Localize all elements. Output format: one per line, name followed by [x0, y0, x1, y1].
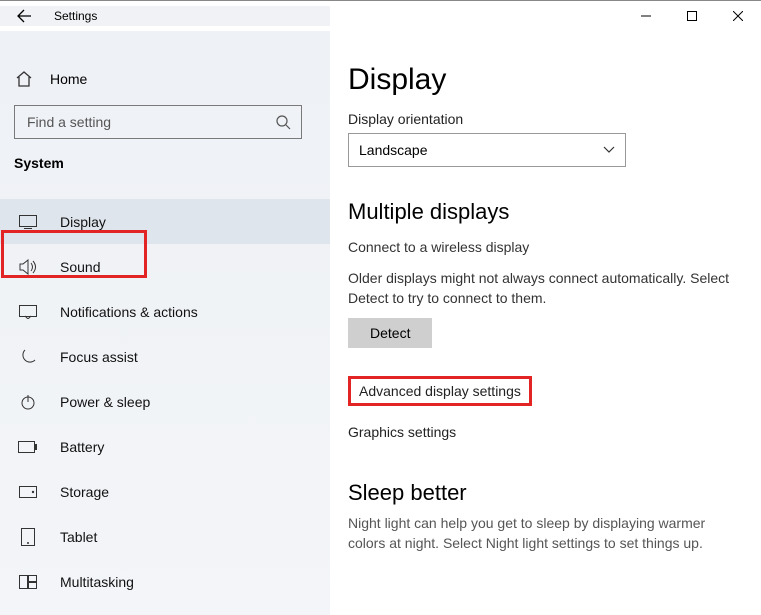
sidebar: Home System Display — [0, 31, 330, 615]
sidebar-home[interactable]: Home — [0, 59, 330, 99]
sidebar-item-notifications[interactable]: Notifications & actions — [0, 289, 330, 334]
main-area: Home System Display — [0, 31, 761, 615]
sidebar-item-multitasking[interactable]: Multitasking — [0, 559, 330, 604]
search-box[interactable] — [14, 105, 302, 139]
sidebar-item-storage[interactable]: Storage — [0, 469, 330, 514]
sidebar-item-power-sleep[interactable]: Power & sleep — [0, 379, 330, 424]
content-pane: Display Display orientation Landscape Mu… — [330, 31, 761, 615]
sidebar-item-label: Battery — [60, 439, 104, 455]
sidebar-item-label: Sound — [60, 259, 100, 275]
search-container — [0, 99, 330, 151]
close-icon — [733, 11, 743, 21]
sound-icon — [18, 259, 38, 275]
orientation-label: Display orientation — [348, 111, 737, 127]
sidebar-item-label: Display — [60, 214, 106, 230]
wireless-display-link[interactable]: Connect to a wireless display — [348, 239, 737, 255]
maximize-icon — [687, 11, 697, 21]
detect-button[interactable]: Detect — [348, 318, 432, 348]
back-button[interactable] — [14, 6, 34, 26]
minimize-button[interactable] — [623, 1, 669, 31]
titlebar: Settings — [0, 1, 761, 31]
advanced-display-settings-link[interactable]: Advanced display settings — [359, 383, 521, 399]
sidebar-item-tablet[interactable]: Tablet — [0, 514, 330, 559]
orientation-dropdown[interactable]: Landscape — [348, 133, 626, 167]
graphics-settings-link[interactable]: Graphics settings — [348, 424, 737, 440]
annotation-highlight-advanced: Advanced display settings — [348, 376, 532, 406]
window-title: Settings — [54, 9, 97, 23]
sidebar-item-focus-assist[interactable]: Focus assist — [0, 334, 330, 379]
sleep-help-text: Night light can help you get to sleep by… — [348, 514, 737, 553]
sidebar-item-sound[interactable]: Sound — [0, 244, 330, 289]
search-input[interactable] — [25, 113, 275, 131]
focus-assist-icon — [18, 348, 38, 366]
sidebar-item-label: Focus assist — [60, 349, 138, 365]
power-icon — [18, 394, 38, 410]
notifications-icon — [18, 305, 38, 319]
sidebar-item-label: Storage — [60, 484, 109, 500]
search-icon — [275, 114, 291, 130]
sidebar-item-label: Multitasking — [60, 574, 134, 590]
sleep-better-title: Sleep better — [348, 480, 737, 506]
sidebar-group-label: System — [0, 151, 330, 179]
detect-help-text: Older displays might not always connect … — [348, 269, 737, 308]
sidebar-item-label: Tablet — [60, 529, 97, 545]
orientation-value: Landscape — [359, 142, 428, 158]
home-icon — [14, 70, 34, 88]
battery-icon — [18, 441, 38, 453]
close-button[interactable] — [715, 1, 761, 31]
sidebar-item-display[interactable]: Display — [0, 199, 330, 244]
titlebar-left: Settings — [0, 6, 623, 26]
sidebar-item-label: Notifications & actions — [60, 304, 198, 320]
storage-icon — [18, 486, 38, 498]
arrow-left-icon — [16, 8, 32, 24]
home-label: Home — [50, 71, 87, 87]
sidebar-item-battery[interactable]: Battery — [0, 424, 330, 469]
sidebar-item-label: Power & sleep — [60, 394, 150, 410]
page-title: Display — [348, 63, 737, 97]
maximize-button[interactable] — [669, 1, 715, 31]
chevron-down-icon — [603, 146, 615, 154]
minimize-icon — [641, 11, 651, 21]
multitasking-icon — [18, 575, 38, 589]
display-icon — [18, 215, 38, 229]
multiple-displays-title: Multiple displays — [348, 199, 737, 225]
tablet-icon — [18, 528, 38, 546]
settings-window: Settings Home — [0, 0, 761, 615]
